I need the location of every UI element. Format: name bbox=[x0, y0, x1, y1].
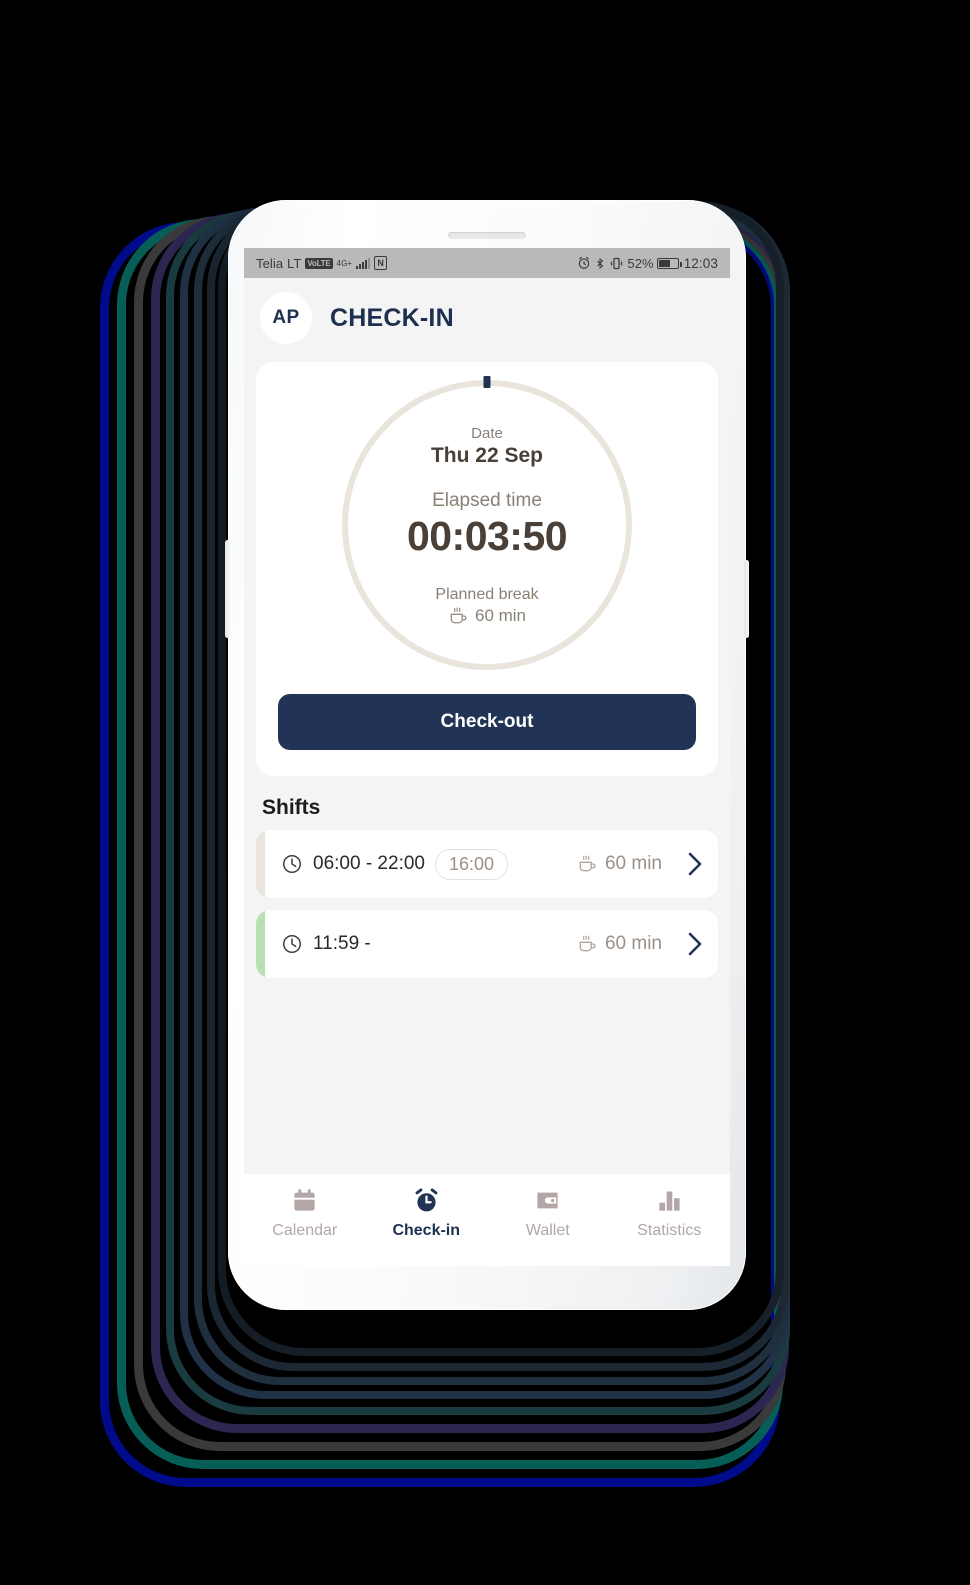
shift-duration-badge: 16:00 bbox=[434, 848, 509, 880]
shift-accent-bar bbox=[256, 830, 265, 898]
carrier-label: Telia LT bbox=[256, 255, 302, 271]
nav-tab-statistics[interactable]: Statistics bbox=[609, 1186, 731, 1240]
battery-percent-label: 52% bbox=[627, 255, 654, 271]
screenshot-canvas: Telia LT VoLTE 4G+ N 52% 12:03 AP CHECK-… bbox=[0, 0, 970, 1585]
check-out-button[interactable]: Check-out bbox=[278, 694, 696, 750]
date-value: Thu 22 Sep bbox=[430, 443, 544, 467]
bottom-navigation: Calendar Check-in Wallet Statistics bbox=[244, 1174, 730, 1266]
shift-time: 06:00 - 22:00 bbox=[313, 853, 425, 874]
volte-icon: VoLTE bbox=[305, 257, 333, 269]
status-bar: Telia LT VoLTE 4G+ N 52% 12:03 bbox=[244, 248, 730, 278]
signal-strength-icon bbox=[356, 257, 371, 269]
nav-tab-wallet[interactable]: Wallet bbox=[487, 1186, 609, 1240]
ring-content: Date Thu 22 Sep Elapsed time 00:03:50 Pl… bbox=[342, 380, 632, 670]
nav-label: Calendar bbox=[272, 1222, 338, 1239]
bar-chart-icon bbox=[656, 1186, 683, 1214]
shift-row[interactable]: 11:59 - 60 min bbox=[256, 910, 718, 978]
nav-tab-calendar[interactable]: Calendar bbox=[244, 1186, 366, 1240]
nav-tab-check-in[interactable]: Check-in bbox=[366, 1186, 488, 1240]
nav-label: Statistics bbox=[637, 1222, 702, 1239]
planned-break-label: Planned break bbox=[435, 585, 539, 603]
coffee-cup-icon bbox=[579, 855, 596, 872]
vibrate-icon bbox=[611, 257, 623, 269]
chevron-right-icon[interactable] bbox=[686, 931, 704, 957]
shift-break-value: 60 min bbox=[604, 933, 662, 954]
app-header: AP CHECK-IN bbox=[244, 278, 730, 354]
date-label: Date bbox=[471, 424, 503, 442]
battery-icon bbox=[656, 257, 682, 269]
shift-break: 60 min bbox=[577, 933, 662, 955]
alarm-status-icon bbox=[579, 256, 590, 269]
nav-label: Wallet bbox=[525, 1222, 570, 1239]
elapsed-value: 00:03:50 bbox=[406, 512, 568, 559]
bluetooth-icon bbox=[597, 257, 604, 269]
power-button[interactable] bbox=[744, 560, 749, 638]
phone-device-frame: Telia LT VoLTE 4G+ N 52% 12:03 AP CHECK-… bbox=[225, 200, 749, 1310]
planned-break-row: 60 min bbox=[448, 606, 526, 626]
shift-break-value: 60 min bbox=[604, 853, 662, 874]
planned-break-value: 60 min bbox=[474, 605, 527, 625]
shift-accent-bar bbox=[256, 910, 265, 978]
phone-screen: Telia LT VoLTE 4G+ N 52% 12:03 AP CHECK-… bbox=[244, 248, 730, 1266]
clock-icon bbox=[283, 935, 301, 953]
clock-icon bbox=[283, 855, 301, 873]
wallet-icon bbox=[534, 1186, 561, 1214]
page-title: CHECK-IN bbox=[330, 303, 454, 332]
chevron-right-icon[interactable] bbox=[686, 851, 704, 877]
coffee-cup-icon bbox=[450, 607, 467, 623]
shift-row[interactable]: 06:00 - 22:00 16:00 60 min bbox=[256, 830, 718, 898]
nav-label: Check-in bbox=[392, 1222, 461, 1239]
elapsed-label: Elapsed time bbox=[432, 489, 542, 511]
alarm-clock-icon bbox=[413, 1186, 440, 1214]
nfc-icon: N bbox=[374, 256, 388, 270]
avatar[interactable]: AP bbox=[260, 292, 312, 344]
shift-time: 11:59 - bbox=[313, 933, 371, 954]
network-type-icon: 4G+ bbox=[336, 258, 353, 268]
coffee-cup-icon bbox=[579, 935, 596, 952]
shift-break: 60 min bbox=[577, 853, 662, 875]
timer-card: Date Thu 22 Sep Elapsed time 00:03:50 Pl… bbox=[256, 362, 718, 776]
clock-label: 12:03 bbox=[683, 255, 718, 271]
volume-button[interactable] bbox=[225, 540, 230, 638]
calendar-icon bbox=[291, 1186, 318, 1214]
shifts-section-title: Shifts bbox=[262, 796, 321, 819]
earpiece-speaker bbox=[448, 232, 526, 239]
progress-ring: Date Thu 22 Sep Elapsed time 00:03:50 Pl… bbox=[342, 376, 632, 670]
